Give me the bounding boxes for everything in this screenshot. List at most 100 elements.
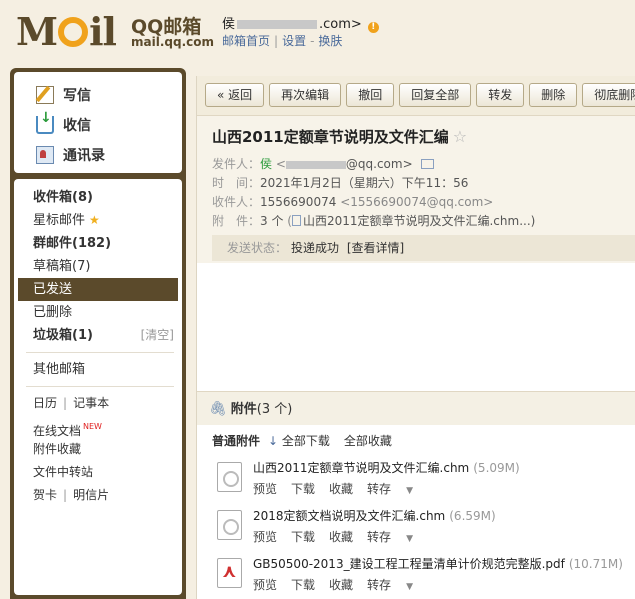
- mail-toolbar: « 返回再次编辑撤回回复全部转发删除彻底删除: [197, 76, 635, 116]
- folder-inbox[interactable]: 收件箱(8): [14, 186, 182, 209]
- logo-ring-icon: [58, 17, 89, 47]
- folder-group[interactable]: 群邮件(182): [14, 232, 182, 255]
- separator: |: [274, 34, 279, 48]
- calendar-link[interactable]: 日历: [33, 396, 57, 410]
- notes-link[interactable]: 记事本: [73, 396, 109, 410]
- collect-link[interactable]: 收藏: [329, 530, 353, 544]
- link-mail-home[interactable]: 邮箱首页: [222, 34, 270, 48]
- postcard-link[interactable]: 明信片: [73, 488, 109, 502]
- save-to-link[interactable]: 转存 ▼: [367, 482, 427, 496]
- recipient-address: <1556690074@qq.com>: [340, 195, 494, 209]
- sender-name[interactable]: 侯: [260, 157, 272, 171]
- attachment-favorites-link[interactable]: 附件收藏: [14, 438, 182, 461]
- reply-all-button[interactable]: 回复全部: [399, 83, 472, 107]
- business-card-icon[interactable]: [420, 159, 434, 169]
- attachment-preview-link[interactable]: 山西2011定额章节说明及文件汇编.chm...): [303, 214, 535, 228]
- compose-panel: 写信 收信 通讯录: [14, 72, 182, 173]
- attachment-filename[interactable]: GB50500-2013_建设工程工程量清单计价规范完整版.pdf: [253, 557, 565, 571]
- status-details-link[interactable]: [查看详情]: [347, 241, 404, 255]
- paperclip-icon: 🖇: [209, 401, 227, 417]
- file-transfer-link[interactable]: 文件中转站: [14, 461, 182, 484]
- recipient-name[interactable]: 1556690074: [260, 195, 336, 209]
- download-all-link[interactable]: ↓ 全部下载: [268, 434, 330, 448]
- folder-starred[interactable]: 星标邮件 ★: [14, 209, 182, 232]
- status-label: 发送状态：: [227, 241, 288, 255]
- attachment-size: (10.71M): [568, 557, 623, 571]
- mail-subject-text: 山西2011定额章节说明及文件汇编: [212, 128, 449, 146]
- folder-starred-label: 星标邮件: [33, 213, 86, 228]
- attachment-size: (6.59M): [449, 509, 496, 523]
- online-docs-link[interactable]: 在线文档: [33, 424, 81, 438]
- inbox-download-icon: [36, 110, 54, 134]
- folder-other-mailboxes[interactable]: 其他邮箱: [14, 358, 182, 381]
- attachment-ops: 预览 下载 收藏 转存 ▼: [253, 480, 635, 497]
- logo-domain-text: mail.qq.com: [131, 35, 214, 49]
- separator: |: [63, 396, 68, 410]
- star-outline-icon[interactable]: ☆: [453, 127, 467, 146]
- write-mail-button[interactable]: 写信: [14, 80, 182, 110]
- collect-link[interactable]: 收藏: [329, 482, 353, 496]
- preview-link[interactable]: 预览: [253, 482, 277, 496]
- receive-mail-button[interactable]: 收信: [14, 110, 182, 140]
- folder-spam[interactable]: 垃圾箱(1) [清空]: [14, 324, 182, 347]
- chm-file-icon[interactable]: [217, 462, 242, 492]
- download-link[interactable]: 下载: [291, 578, 315, 592]
- header: Mil QQ邮箱 mail.qq.com 侯 .com>! 邮箱首页 | 设置 - 换肤: [0, 0, 635, 64]
- attachment-filename[interactable]: 2018定额文档说明及文件汇编.chm: [253, 509, 445, 523]
- tool-row-docs: 在线文档 NEW: [14, 415, 182, 438]
- preview-link[interactable]: 预览: [253, 530, 277, 544]
- download-link[interactable]: 下载: [291, 482, 315, 496]
- redacted-email: [237, 20, 318, 29]
- recipient-row: 收件人：1556690074 <1556690074@qq.com>: [212, 193, 635, 212]
- preview-link[interactable]: 预览: [253, 578, 277, 592]
- folder-sent[interactable]: 已发送: [18, 278, 178, 301]
- new-badge: NEW: [83, 422, 102, 431]
- qqmail-logo[interactable]: Mil: [16, 10, 117, 54]
- status-value: 投递成功: [291, 241, 340, 255]
- attachments-title: 附件: [230, 402, 257, 417]
- mail-time: 2021年1月2日（星期六）下午11：56: [260, 176, 469, 190]
- sender-label: 发件人：: [212, 157, 261, 171]
- write-mail-label: 写信: [63, 88, 91, 104]
- contacts-button[interactable]: 通讯录: [14, 140, 182, 170]
- greeting-card-link[interactable]: 贺卡: [33, 488, 57, 502]
- star-icon: ★: [89, 213, 100, 227]
- mail-subject: 山西2011定额章节说明及文件汇编 ☆: [212, 126, 635, 147]
- collect-all-link[interactable]: 全部收藏: [344, 434, 392, 448]
- chm-file-icon[interactable]: [217, 510, 242, 540]
- save-to-link[interactable]: 转存 ▼: [367, 578, 427, 592]
- sender-row: 发件人：侯 < @qq.com>: [212, 155, 635, 174]
- caret-down-icon: ▼: [406, 582, 413, 592]
- file-icon: [291, 215, 301, 226]
- attachment-size: (5.09M): [473, 461, 520, 475]
- folder-deleted[interactable]: 已删除: [14, 301, 182, 324]
- attachment-ops: 预览 下载 收藏 转存 ▼: [253, 576, 635, 593]
- folder-panel: 收件箱(8) 星标邮件 ★ 群邮件(182) 草稿箱(7) 已发送 已删除 垃圾箱…: [14, 179, 182, 595]
- reedit-button[interactable]: 再次编辑: [269, 83, 342, 107]
- user-account[interactable]: 侯 .com>!: [222, 13, 379, 33]
- folder-drafts[interactable]: 草稿箱(7): [14, 255, 182, 278]
- contact-card-icon: [36, 146, 54, 164]
- warning-icon[interactable]: !: [367, 22, 379, 33]
- attachment-filename-row: GB50500-2013_建设工程工程量清单计价规范完整版.pdf (10.71M…: [253, 551, 635, 572]
- save-to-label: 转存: [367, 578, 392, 592]
- delivery-status-row: 发送状态： 投递成功 [查看详情]: [212, 235, 635, 261]
- link-settings[interactable]: 设置: [282, 34, 306, 48]
- forward-button[interactable]: 转发: [476, 83, 525, 107]
- pdf-file-icon[interactable]: [217, 558, 242, 588]
- save-to-link[interactable]: 转存 ▼: [367, 530, 427, 544]
- user-email-suffix: .com>: [319, 17, 362, 32]
- permanent-delete-button[interactable]: 彻底删除: [582, 83, 635, 107]
- save-to-label: 转存: [367, 482, 392, 496]
- attachment-filename[interactable]: 山西2011定额章节说明及文件汇编.chm: [253, 461, 469, 475]
- recall-button[interactable]: 撤回: [346, 83, 395, 107]
- divider: [26, 386, 174, 387]
- clear-spam-link[interactable]: [清空]: [141, 324, 174, 347]
- back-button[interactable]: « 返回: [205, 83, 265, 107]
- link-skin[interactable]: 换肤: [318, 34, 342, 48]
- download-link[interactable]: 下载: [291, 530, 315, 544]
- time-row: 时 间：2021年1月2日（星期六）下午11：56: [212, 174, 635, 193]
- attachment-item: 山西2011定额章节说明及文件汇编.chm (5.09M) 预览 下载 收藏 转存 ▼: [197, 455, 635, 503]
- collect-link[interactable]: 收藏: [329, 578, 353, 592]
- delete-button[interactable]: 删除: [529, 83, 578, 107]
